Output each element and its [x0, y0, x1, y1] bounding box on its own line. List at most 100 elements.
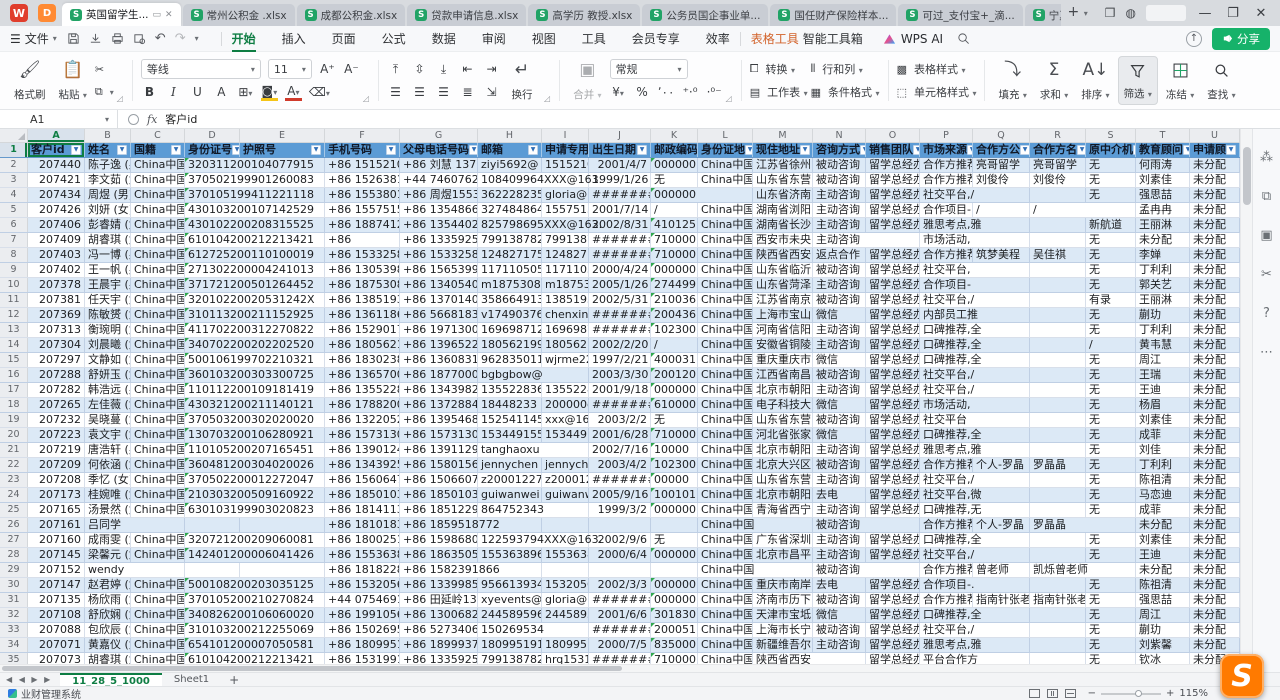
cell[interactable]: 00000 [651, 473, 698, 487]
cell[interactable] [973, 548, 1030, 562]
cell[interactable]: China中国 [131, 248, 185, 262]
cell[interactable]: +86 18056219 [325, 338, 400, 352]
cell[interactable]: ######### [589, 473, 651, 487]
cell[interactable]: 630103199903020823 [185, 503, 240, 517]
cell[interactable]: 无 [1086, 383, 1136, 397]
cell[interactable]: 117110505 [478, 263, 542, 277]
cell[interactable]: 未分配 [1190, 353, 1240, 367]
filter-dropdown-icon[interactable]: ▼ [1077, 145, 1086, 155]
cell[interactable]: +86 1354866895 [400, 203, 478, 217]
horizontal-scrollbar-thumb[interactable] [2, 666, 622, 671]
cell[interactable]: 未分配 [1190, 578, 1240, 592]
file-tab-active[interactable]: S英国留学生...▭✕ [62, 3, 181, 26]
header-cell[interactable]: 出生日期▼ [589, 143, 651, 157]
cell[interactable]: 2002/2/20 [589, 338, 651, 352]
cell[interactable]: 微信 [813, 428, 866, 442]
cell[interactable]: 207406 [28, 218, 85, 232]
cell[interactable]: +86 1850103098 [400, 488, 478, 502]
cell[interactable]: 主动咨询 [813, 548, 866, 562]
align-middle-icon[interactable]: ⇳ [411, 62, 428, 76]
header-cell[interactable]: 销售团队▼ [866, 143, 920, 157]
cell[interactable]: 430321200211140121 [185, 398, 240, 412]
zoom-in-button[interactable]: + [1166, 688, 1174, 699]
header-cell[interactable]: 现住地址▼ [753, 143, 813, 157]
cell[interactable]: 207297 [28, 353, 85, 367]
tab-smart-toolbox[interactable]: 智能工具箱 [801, 26, 865, 51]
cell[interactable]: 10000 [651, 443, 698, 457]
file-tab[interactable]: S宁夏教师样本.xlsx [1025, 4, 1061, 26]
tab-会员专享[interactable]: 会员专享 [630, 26, 682, 51]
cell[interactable]: 207421 [28, 173, 85, 187]
cell[interactable]: 180995191 [478, 638, 542, 652]
cell[interactable]: 无 [1086, 263, 1136, 277]
column-header[interactable]: E [240, 129, 325, 142]
filter-dropdown-icon[interactable]: ▼ [232, 145, 240, 155]
cell[interactable]: 未分配 [1190, 383, 1240, 397]
cell[interactable]: 刘妍 (女) [85, 203, 131, 217]
column-header[interactable]: M [753, 129, 813, 142]
cell[interactable]: China中国 [698, 338, 753, 352]
wrap-text-button[interactable]: ↵ 换行 [503, 56, 541, 105]
justify-icon[interactable]: ≣ [459, 85, 476, 99]
cell[interactable]: 未分配 [1190, 563, 1240, 577]
column-header[interactable]: F [325, 129, 400, 142]
align-center-icon[interactable]: ☰ [411, 85, 428, 99]
cell[interactable]: 韩浩远 (男 [85, 383, 131, 397]
filter-button[interactable]: 筛选 ▾ [1118, 56, 1158, 105]
cell[interactable]: 2002/7/16 [589, 443, 651, 457]
cell[interactable]: 陕西省西安 [753, 248, 813, 262]
cell[interactable]: 301830 [651, 608, 698, 622]
cell[interactable] [973, 413, 1030, 427]
cell[interactable]: China中国 [131, 413, 185, 427]
filter-dropdown-icon[interactable]: ▼ [311, 145, 321, 155]
cell[interactable] [589, 518, 651, 532]
cell[interactable]: 胡睿琪 (女 [85, 233, 131, 247]
cell[interactable]: 周江 [1136, 353, 1190, 367]
cell[interactable]: +86 [325, 233, 400, 247]
cell[interactable]: 124827175 [542, 248, 589, 262]
row-header[interactable]: 18 [0, 398, 28, 412]
cell[interactable]: 山东省东营 [753, 413, 813, 427]
cell[interactable]: 社交平台,/ [920, 383, 973, 397]
more-icon[interactable]: ⋯ [1260, 346, 1273, 359]
column-header[interactable]: A [28, 129, 85, 142]
cell[interactable] [1030, 218, 1086, 232]
cell[interactable]: 北京大兴区 [753, 458, 813, 472]
cell[interactable]: China中国 [131, 323, 185, 337]
help-icon[interactable]: ? [1263, 307, 1270, 320]
cell[interactable]: 610000 [651, 398, 698, 412]
cell[interactable]: 留学总经办 [866, 503, 920, 517]
cell[interactable]: 李婵 [1136, 248, 1190, 262]
row-header[interactable]: 6 [0, 218, 28, 232]
cell[interactable]: +86 1372884680 [400, 398, 478, 412]
tools-icon[interactable]: ✂ [1261, 268, 1272, 281]
select-all-corner[interactable] [0, 129, 28, 142]
cell[interactable]: 微信 [813, 398, 866, 412]
cell[interactable]: 微信 [813, 353, 866, 367]
cell[interactable] [866, 518, 920, 532]
cell[interactable] [1030, 623, 1086, 637]
cell[interactable]: +86 17882007 [325, 398, 400, 412]
cell[interactable]: 207402 [28, 263, 85, 277]
cell[interactable]: 吴佳祺 [1030, 248, 1086, 262]
cell[interactable] [1030, 383, 1086, 397]
cell[interactable] [973, 263, 1030, 277]
font-name-select[interactable]: 等线▾ [141, 59, 261, 79]
cell[interactable]: 110112200109181419 [185, 383, 240, 397]
cell[interactable]: 吴晓蔓 (女 [85, 413, 131, 427]
cell[interactable]: 274499 [651, 278, 698, 292]
status-left-text[interactable]: 业财管理系统 [21, 686, 81, 700]
cell[interactable]: 吕同学 [85, 518, 131, 532]
cell[interactable]: China中国 [698, 488, 753, 502]
row-header[interactable]: 8 [0, 248, 28, 262]
cell[interactable]: +86 18101832 [325, 518, 400, 532]
cell[interactable]: 无 [1086, 503, 1136, 517]
cell[interactable]: +86 18302388 [325, 353, 400, 367]
export-icon[interactable] [89, 32, 102, 45]
cell[interactable]: 151521001 [542, 158, 589, 172]
cell[interactable]: 430103200107142529 [185, 203, 240, 217]
cell[interactable]: China中国 [698, 563, 753, 577]
cell[interactable]: 成菲 [1136, 503, 1190, 517]
cloud-upload-icon[interactable]: ↑ [1186, 31, 1202, 47]
cell[interactable] [1030, 503, 1086, 517]
